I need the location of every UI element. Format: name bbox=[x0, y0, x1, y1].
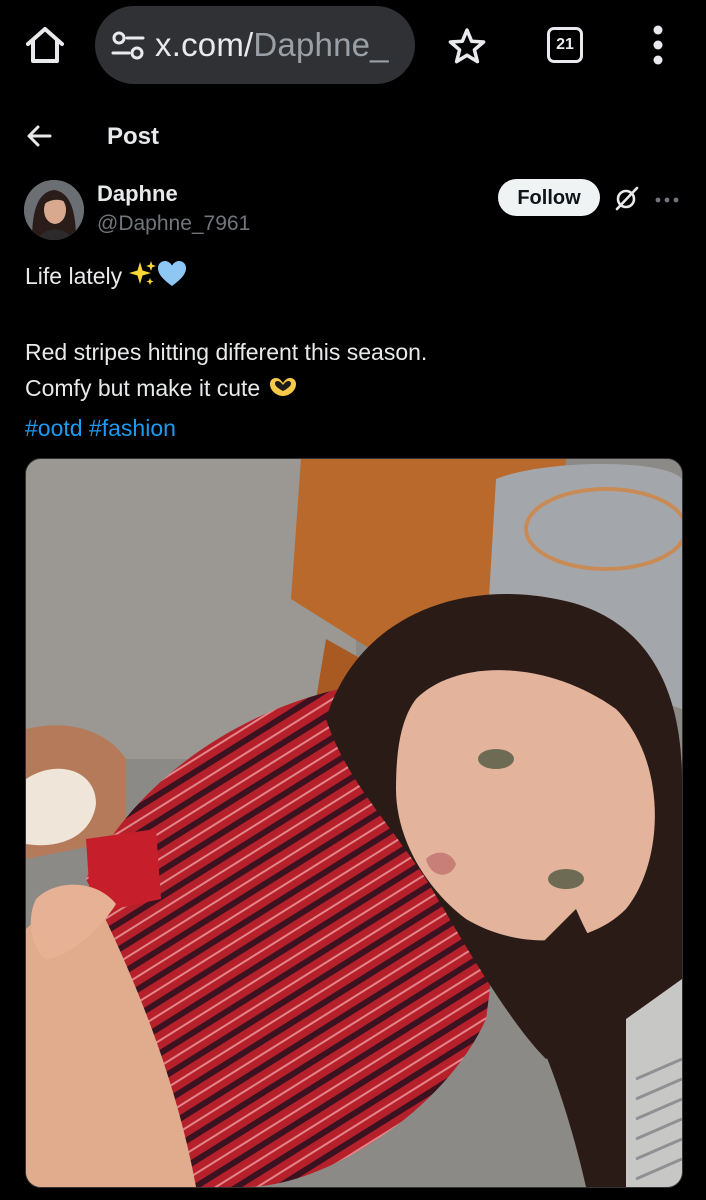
more-horizontal-icon[interactable] bbox=[655, 192, 679, 203]
url-host: x.com/ bbox=[155, 26, 254, 63]
url-text[interactable]: x.com/Daphne_ bbox=[155, 25, 389, 65]
grok-icon[interactable] bbox=[614, 185, 640, 211]
page-title: Post bbox=[107, 123, 160, 150]
sparkles-emoji-icon bbox=[128, 260, 157, 298]
hashtag-link[interactable]: #ootd bbox=[25, 415, 83, 441]
light-blue-heart-emoji-icon bbox=[157, 260, 187, 298]
display-name[interactable]: Daphne bbox=[97, 180, 178, 208]
more-vert-icon[interactable] bbox=[650, 24, 666, 66]
site-settings-icon[interactable] bbox=[110, 28, 146, 64]
heart-hands-emoji-icon bbox=[267, 374, 299, 410]
post-text-line-1: Life lately bbox=[25, 263, 123, 289]
post-text: Life lately Red stripes hitting differen… bbox=[25, 258, 675, 446]
post-line-1: Life lately bbox=[25, 258, 675, 298]
star-icon[interactable] bbox=[446, 26, 488, 68]
post-text-line-3: Comfy but make it cute bbox=[25, 375, 261, 401]
home-icon[interactable] bbox=[22, 22, 68, 68]
url-path: Daphne_ bbox=[253, 26, 389, 63]
arrow-left-icon[interactable] bbox=[24, 120, 56, 152]
tab-count: 21 bbox=[556, 36, 574, 53]
tabs-icon[interactable]: 21 bbox=[547, 27, 583, 63]
user-handle[interactable]: @Daphne_7961 bbox=[97, 210, 250, 238]
post-text-line-2: Red stripes hitting different this seaso… bbox=[25, 339, 428, 365]
post-image[interactable] bbox=[25, 458, 683, 1188]
hashtag-link[interactable]: #fashion bbox=[89, 415, 176, 441]
url-bar[interactable]: x.com/Daphne_ bbox=[95, 6, 415, 84]
hashtags: #ootd #fashion bbox=[25, 410, 675, 446]
post-line-3: Comfy but make it cute bbox=[25, 370, 675, 410]
avatar[interactable] bbox=[24, 180, 84, 240]
browser-toolbar: x.com/Daphne_ 21 bbox=[0, 0, 706, 96]
follow-button[interactable]: Follow bbox=[498, 179, 600, 216]
